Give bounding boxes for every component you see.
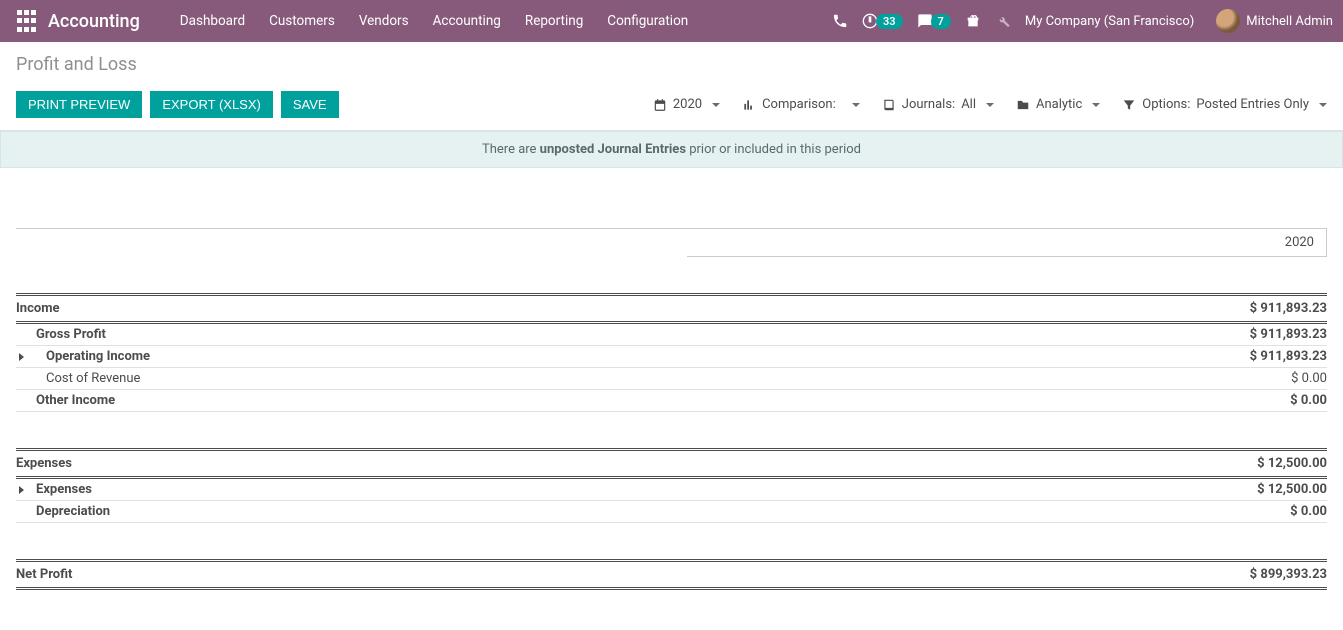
breadcrumb: Profit and Loss — [16, 54, 1327, 75]
nav-reporting[interactable]: Reporting — [525, 13, 583, 29]
nav-accounting[interactable]: Accounting — [433, 13, 501, 29]
cost-of-revenue-label: Cost of Revenue — [16, 371, 1207, 386]
filter-bar: 2020 Comparison: Journals: All Analytic — [653, 97, 1327, 112]
gross-profit-value: $ 911,893.23 — [1207, 327, 1327, 342]
chevron-down-icon — [1092, 103, 1100, 107]
export-xlsx-button[interactable]: EXPORT (XLSX) — [150, 91, 273, 118]
cost-of-revenue-value: $ 0.00 — [1207, 371, 1327, 386]
expenses-total-row[interactable]: Expenses $ 12,500.00 — [16, 448, 1327, 476]
comparison-filter[interactable]: Comparison: — [742, 97, 860, 112]
chart-icon — [742, 98, 756, 112]
operating-income-row[interactable]: Operating Income $ 911,893.23 — [16, 346, 1327, 368]
gross-profit-row[interactable]: Gross Profit $ 911,893.23 — [16, 324, 1327, 346]
caret-right-icon[interactable] — [19, 353, 24, 361]
print-preview-button[interactable]: PRINT PREVIEW — [16, 91, 142, 118]
chevron-down-icon — [852, 103, 860, 107]
user-menu[interactable]: Mitchell Admin — [1208, 9, 1333, 33]
report-body: 2020 Income $ 911,893.23 Gross Profit $ … — [0, 168, 1343, 630]
nav-vendors[interactable]: Vendors — [359, 13, 409, 29]
options-label: Options: — [1142, 97, 1190, 112]
column-header: 2020 — [687, 228, 1327, 257]
cost-of-revenue-row[interactable]: Cost of Revenue $ 0.00 — [16, 368, 1327, 390]
main-navbar: Accounting Dashboard Customers Vendors A… — [0, 0, 1343, 42]
other-income-row[interactable]: Other Income $ 0.00 — [16, 390, 1327, 412]
expenses-value: $ 12,500.00 — [1207, 456, 1327, 471]
depreciation-row[interactable]: Depreciation $ 0.00 — [16, 501, 1327, 523]
book-icon — [882, 98, 896, 112]
depreciation-label: Depreciation — [16, 504, 1207, 519]
folder-icon — [1016, 98, 1030, 112]
analytic-label: Analytic — [1036, 97, 1082, 112]
nav-customers[interactable]: Customers — [269, 13, 335, 29]
options-value: Posted Entries Only — [1196, 97, 1309, 112]
debug-icon[interactable] — [995, 13, 1011, 29]
gift-icon[interactable] — [965, 13, 981, 29]
chevron-down-icon — [986, 103, 994, 107]
avatar — [1216, 9, 1240, 33]
income-total-row[interactable]: Income $ 911,893.23 — [16, 293, 1327, 321]
expenses-sub-value: $ 12,500.00 — [1207, 482, 1327, 497]
activities-icon[interactable]: 33 — [862, 13, 903, 29]
chevron-down-icon — [1319, 103, 1327, 107]
company-switcher[interactable]: My Company (San Francisco) — [1025, 14, 1194, 29]
other-income-value: $ 0.00 — [1207, 393, 1327, 408]
chevron-down-icon — [712, 103, 720, 107]
expenses-label: Expenses — [16, 456, 1207, 471]
nav-links: Dashboard Customers Vendors Accounting R… — [180, 13, 688, 29]
operating-income-value: $ 911,893.23 — [1207, 349, 1327, 364]
date-filter[interactable]: 2020 — [653, 97, 720, 112]
net-profit-row[interactable]: Net Profit $ 899,393.23 — [16, 559, 1327, 587]
income-label: Income — [16, 301, 1207, 316]
messages-icon[interactable]: 7 — [917, 13, 951, 29]
app-brand[interactable]: Accounting — [48, 11, 140, 32]
activities-badge: 33 — [876, 14, 903, 29]
alert-post: prior or included in this period — [686, 142, 861, 157]
column-header-row: 2020 — [16, 228, 1327, 257]
journals-value: All — [961, 97, 976, 112]
other-income-label: Other Income — [16, 393, 1207, 408]
save-button[interactable]: SAVE — [281, 91, 339, 118]
alert-bold: unposted Journal Entries — [540, 142, 686, 157]
gross-profit-label: Gross Profit — [16, 327, 1207, 342]
cp-bottom: PRINT PREVIEW EXPORT (XLSX) SAVE 2020 Co… — [16, 91, 1327, 118]
funnel-icon — [1122, 98, 1136, 112]
comparison-label: Comparison: — [762, 97, 836, 112]
analytic-filter[interactable]: Analytic — [1016, 97, 1100, 112]
apps-icon[interactable] — [14, 9, 38, 33]
nav-configuration[interactable]: Configuration — [607, 13, 688, 29]
systray: 33 7 My Company (San Francisco) Mitchell… — [832, 9, 1333, 33]
user-name: Mitchell Admin — [1246, 14, 1333, 29]
options-filter[interactable]: Options: Posted Entries Only — [1122, 97, 1327, 112]
net-profit-label: Net Profit — [16, 567, 1207, 582]
control-panel: Profit and Loss PRINT PREVIEW EXPORT (XL… — [0, 42, 1343, 131]
nav-dashboard[interactable]: Dashboard — [180, 13, 245, 29]
income-value: $ 911,893.23 — [1207, 301, 1327, 316]
unposted-alert[interactable]: There are unposted Journal Entries prior… — [0, 131, 1343, 168]
alert-pre: There are — [482, 142, 540, 157]
caret-right-icon[interactable] — [19, 486, 24, 494]
messages-badge: 7 — [931, 14, 951, 29]
calendar-icon — [653, 98, 667, 112]
date-filter-label: 2020 — [673, 97, 702, 112]
expenses-sub-row[interactable]: Expenses $ 12,500.00 — [16, 479, 1327, 501]
net-profit-group: Net Profit $ 899,393.23 — [16, 559, 1327, 590]
expenses-sub-label: Expenses — [16, 482, 1207, 497]
journals-filter[interactable]: Journals: All — [882, 97, 994, 112]
operating-income-label: Operating Income — [16, 349, 1207, 364]
net-profit-value: $ 899,393.23 — [1207, 567, 1327, 582]
expenses-group: Expenses $ 12,500.00 Expenses $ 12,500.0… — [16, 448, 1327, 523]
depreciation-value: $ 0.00 — [1207, 504, 1327, 519]
income-group: Income $ 911,893.23 Gross Profit $ 911,8… — [16, 293, 1327, 412]
phone-icon[interactable] — [832, 13, 848, 29]
journals-label: Journals: — [902, 97, 955, 112]
